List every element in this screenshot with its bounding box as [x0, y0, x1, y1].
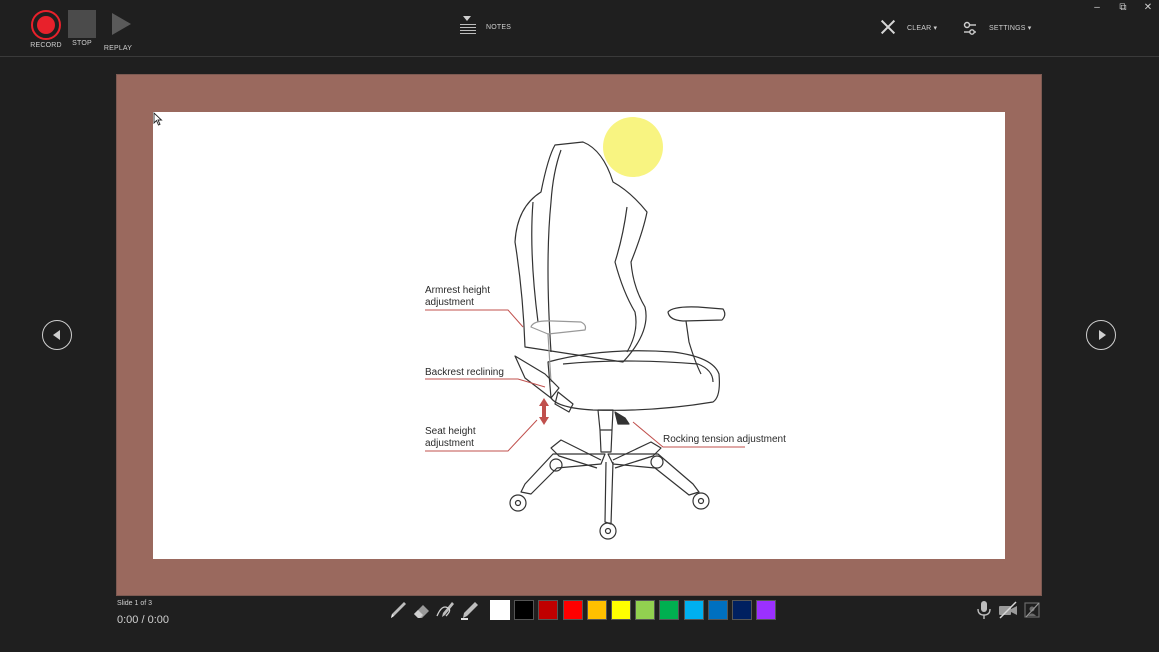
- mouse-cursor-icon: [153, 112, 163, 126]
- color-swatch[interactable]: [756, 600, 777, 620]
- ink-color-palette: [490, 600, 780, 620]
- recording-timer: 0:00 / 0:00: [117, 614, 169, 626]
- color-swatch[interactable]: [610, 600, 631, 620]
- color-swatch[interactable]: [514, 600, 535, 620]
- caption-backrest: Backrest reclining: [425, 367, 504, 378]
- restore-button[interactable]: ⧉: [1116, 2, 1130, 13]
- recording-toolbar: RECORD STOP REPLAY NOTES CLEAR ▾ SETTING…: [0, 0, 1159, 57]
- color-swatch[interactable]: [731, 600, 752, 620]
- color-swatch[interactable]: [562, 600, 583, 620]
- stop-label: STOP: [72, 40, 92, 47]
- stop-icon: [68, 10, 96, 38]
- settings-icon[interactable]: [962, 20, 978, 36]
- next-slide-button[interactable]: [1086, 320, 1116, 350]
- caption-seat-height: Seat height adjustment: [425, 426, 476, 449]
- slide-counter: Slide 1 of 3: [117, 600, 153, 607]
- arrow-right-icon: [1099, 330, 1106, 340]
- color-swatch[interactable]: [586, 600, 607, 620]
- caption-rocking-tension: Rocking tension adjustment: [663, 434, 786, 445]
- color-swatch[interactable]: [683, 600, 704, 620]
- color-swatch[interactable]: [707, 600, 728, 620]
- play-icon: [112, 13, 131, 35]
- minimize-button[interactable]: –: [1090, 2, 1104, 13]
- settings-dropdown[interactable]: SETTINGS ▾: [989, 24, 1031, 32]
- notes-icon: [458, 16, 476, 38]
- clear-dropdown[interactable]: CLEAR ▾: [907, 24, 937, 32]
- highlighter-icon[interactable]: [458, 598, 482, 622]
- color-swatch[interactable]: [635, 600, 656, 620]
- close-button[interactable]: ✕: [1141, 2, 1155, 13]
- color-swatch[interactable]: [538, 600, 559, 620]
- notes-button[interactable]: NOTES: [458, 16, 511, 38]
- replay-label: REPLAY: [103, 45, 133, 52]
- record-icon: [31, 10, 61, 40]
- pen-icon[interactable]: [386, 598, 410, 622]
- record-button[interactable]: RECORD: [28, 10, 64, 49]
- pen-with-line-icon[interactable]: [434, 598, 458, 622]
- replay-button[interactable]: REPLAY: [100, 10, 136, 52]
- slide-frame: Armrest height adjustment Backrest recli…: [116, 74, 1042, 596]
- clear-icon[interactable]: [880, 19, 896, 35]
- camera-preview-off-icon[interactable]: [1023, 600, 1041, 620]
- slide-content: Armrest height adjustment Backrest recli…: [153, 112, 1005, 559]
- record-label: RECORD: [30, 42, 62, 49]
- laser-pointer-highlight: [603, 117, 663, 177]
- stop-button[interactable]: STOP: [64, 10, 100, 47]
- pen-tools: [386, 598, 482, 622]
- microphone-icon[interactable]: [975, 600, 993, 620]
- arrow-left-icon: [53, 330, 60, 340]
- gaming-chair-drawing: [425, 141, 745, 540]
- previous-slide-button[interactable]: [42, 320, 72, 350]
- camera-off-icon[interactable]: [997, 600, 1019, 620]
- notes-label: NOTES: [486, 23, 512, 31]
- color-swatch[interactable]: [659, 600, 680, 620]
- color-swatch[interactable]: [490, 600, 510, 620]
- caption-armrest: Armrest height adjustment: [425, 285, 491, 308]
- eraser-icon[interactable]: [410, 598, 434, 622]
